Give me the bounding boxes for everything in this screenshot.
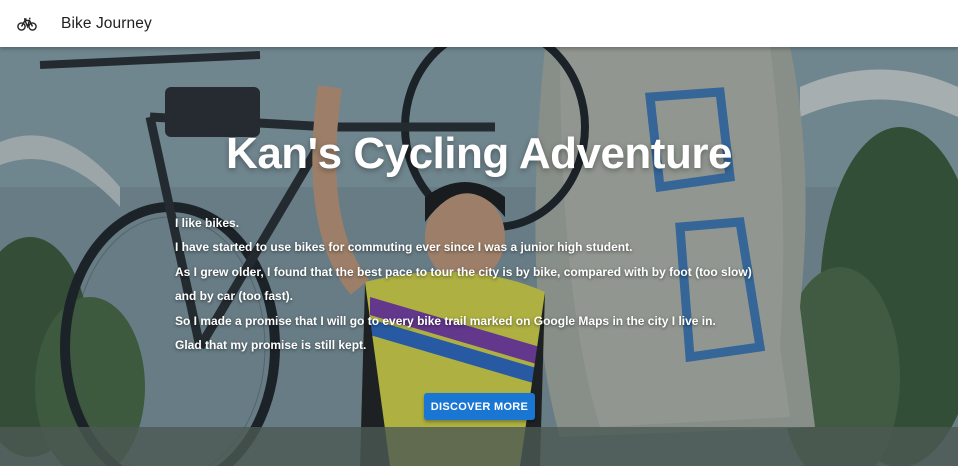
intro-paragraph: Glad that my promise is still kept. xyxy=(175,338,367,353)
app-bar: Bike Journey xyxy=(0,0,958,47)
hero-title: Kan's Cycling Adventure xyxy=(226,129,732,178)
intro-text: I like bikes. I have started to use bike… xyxy=(175,211,775,357)
app-title[interactable]: Bike Journey xyxy=(61,15,152,33)
intro-paragraph: As I grew older, I found that the best p… xyxy=(175,264,752,304)
discover-more-button[interactable]: DISCOVER MORE xyxy=(424,393,535,420)
intro-paragraph: So I made a promise that I will go to ev… xyxy=(175,313,716,328)
intro-paragraph: I have started to use bikes for commutin… xyxy=(175,240,633,255)
intro-paragraph: I like bikes. xyxy=(175,216,240,230)
bicycle-icon[interactable] xyxy=(17,16,37,32)
hero-section: Kan's Cycling Adventure I like bikes. I … xyxy=(0,47,958,466)
